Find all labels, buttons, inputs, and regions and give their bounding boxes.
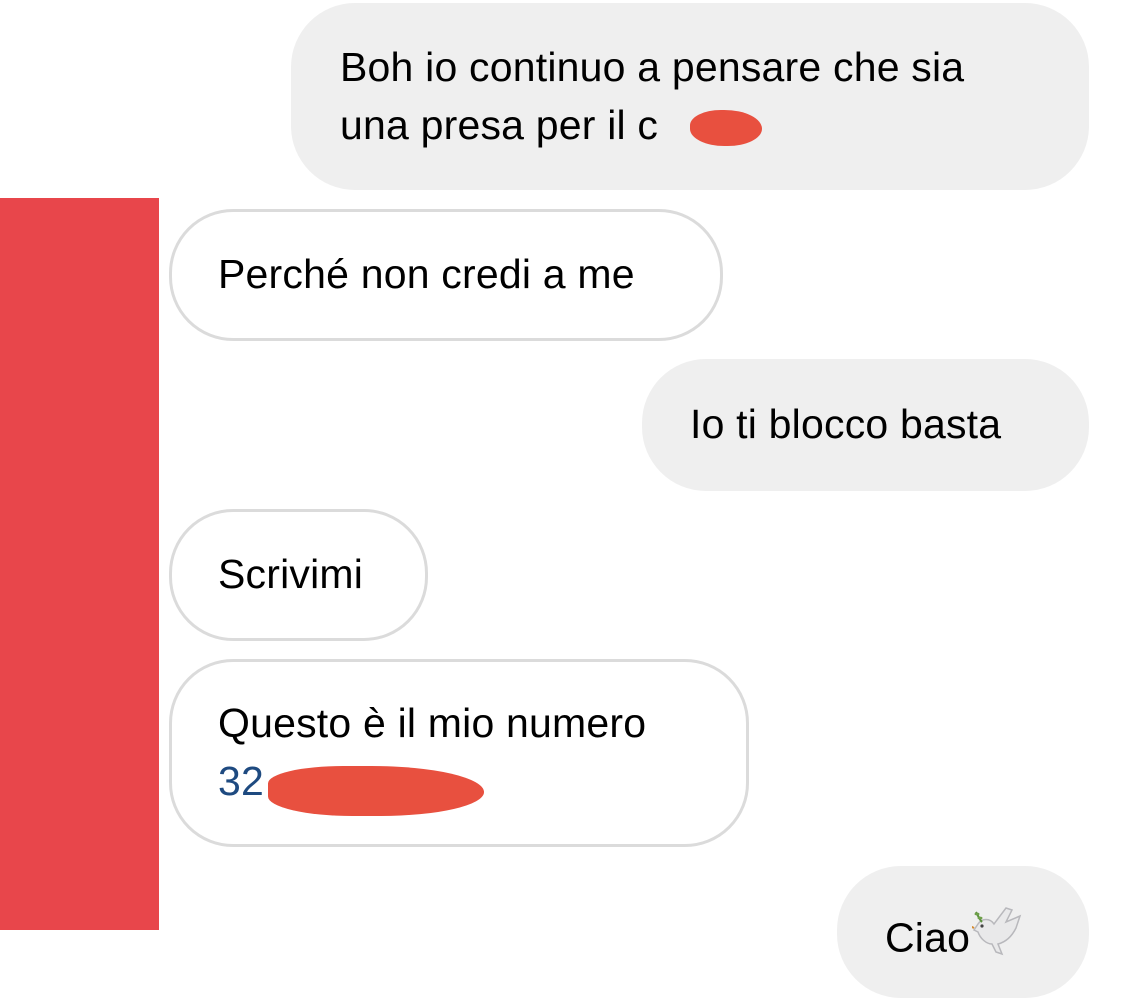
message-bubble-sent[interactable]: Io ti blocco basta xyxy=(642,359,1089,491)
message-text-line-2: una presa per il c xyxy=(340,102,659,148)
redaction-scribble xyxy=(268,766,484,816)
message-bubble-received[interactable]: Questo è il mio numero 32 xyxy=(169,659,749,847)
message-bubble-received[interactable]: Scrivimi xyxy=(169,509,428,641)
dove-icon xyxy=(969,906,1022,975)
message-bubble-sent[interactable]: Boh io continuo a pensare che sia una pr… xyxy=(291,3,1089,190)
redaction-bar xyxy=(0,198,159,930)
message-text-line-1: Boh io continuo a pensare che sia xyxy=(340,44,965,90)
message-text: Io ti blocco basta xyxy=(690,401,1002,447)
message-text: Scrivimi xyxy=(218,551,364,597)
message-text: Ciao xyxy=(885,914,971,961)
message-text: Perché non credi a me xyxy=(218,251,635,297)
redaction-scribble xyxy=(690,110,762,146)
message-text: Questo è il mio numero xyxy=(218,700,647,746)
message-bubble-sent[interactable]: Ciao xyxy=(837,866,1089,998)
message-bubble-received[interactable]: Perché non credi a me xyxy=(169,209,723,341)
phone-number-link[interactable]: 32 xyxy=(218,758,264,804)
